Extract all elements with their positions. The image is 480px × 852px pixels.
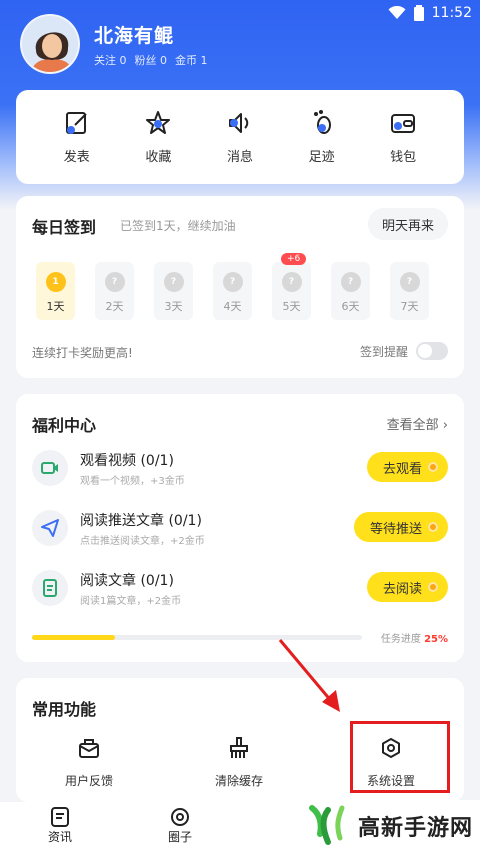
username: 北海有鲲 [94,24,175,47]
publish-button[interactable]: 发表 [42,90,112,184]
task-desc: 点击推送阅读文章，+2金币 [80,536,205,547]
coins-count[interactable]: 金币 1 [175,52,208,68]
checkin-day[interactable]: ? 6天 [331,262,370,320]
progress-label: 任务进度 25% [380,634,448,645]
tab-news[interactable]: 资讯 [30,806,90,845]
feedback-button[interactable]: 用户反馈 [34,736,144,789]
profile-header[interactable]: 北海有鲲 关注 0 粉丝 0 金币 1 [20,14,208,74]
coin-icon: ? [163,272,184,292]
coin-icon: ? [399,272,420,292]
checkin-footer: 连续打卡奖励更高! [32,346,133,360]
coin-icon [428,582,438,592]
broom-icon [230,737,248,758]
checkin-days: 1 1天 ? 2天 ? 3天 ? 4天 +6 ? 5天 ? 6天 ? 7天 [36,253,429,320]
task-row: 阅读文章 (0/1) 阅读1篇文章，+2金币 去阅读 [32,564,448,612]
speaker-icon [228,113,249,133]
wallet-icon [391,114,416,133]
coin-icon: ? [340,272,361,292]
common-title: 常用功能 [32,700,97,719]
status-bar: 11:52 [388,0,472,26]
circle-icon [171,808,189,826]
task-row: 观看视频 (0/1) 观看一个视频，+3金币 去观看 [32,444,448,492]
task-progress-bar [32,635,362,640]
footprint-button[interactable]: 足迹 [287,90,357,184]
watermark-text: 高新手游网 [358,816,474,841]
remind-label: 签到提醒 [359,344,408,359]
fans-count[interactable]: 粉丝 0 [135,52,168,68]
checkin-day[interactable]: 1 1天 [36,262,75,320]
checkin-subtitle: 已签到1天，继续加油 [120,219,236,233]
coin-icon [428,522,438,532]
daily-checkin-card: 每日签到 已签到1天，继续加油 明天再来 1 1天 ? 2天 ? 3天 ? 4天… [16,196,464,378]
avatar[interactable] [20,14,80,74]
battery-icon [413,5,424,21]
checkin-button[interactable]: 明天再来 [368,208,448,240]
welfare-title: 福利中心 [32,416,97,435]
news-icon [51,807,69,827]
checkin-title: 每日签到 [32,218,97,237]
checkin-day[interactable]: ? 3天 [154,262,193,320]
watermark: 高新手游网 [294,800,480,852]
checkin-day[interactable]: ? 2天 [95,262,134,320]
video-icon [32,450,68,486]
highlight-box [350,721,450,793]
quick-actions: 发表 收藏 消息 足迹 钱包 [16,90,464,184]
send-icon [32,510,68,546]
task-name: 阅读文章 (0/1) [80,573,174,589]
wallet-button[interactable]: 钱包 [368,90,438,184]
chevron-right-icon: › [442,418,448,433]
messages-button[interactable]: 消息 [205,90,275,184]
bonus-badge: +6 [281,253,307,265]
checkin-day[interactable]: ? 4天 [213,262,252,320]
see-all-link[interactable]: 查看全部 › [387,414,448,433]
clear-cache-button[interactable]: 清除缓存 [184,736,294,789]
favorites-button[interactable]: 收藏 [123,90,193,184]
coin-icon: ? [222,272,243,292]
wifi-icon [388,6,406,19]
task-name: 阅读推送文章 (0/1) [80,513,202,529]
coin-icon: ? [281,272,302,292]
checkin-day[interactable]: ? 7天 [390,262,429,320]
watermark-logo-icon [309,805,345,845]
footprint-icon [313,110,331,134]
edit-icon [65,112,87,134]
feedback-icon [79,739,99,758]
welfare-center-card: 福利中心 查看全部 › 观看视频 (0/1) 观看一个视频，+3金币 去观看 阅… [16,394,464,662]
article-icon [32,570,68,606]
checkin-remind: 签到提醒 [360,342,448,360]
star-icon [146,111,171,134]
clock: 11:52 [431,5,472,21]
task-button[interactable]: 去阅读 [366,572,448,602]
task-name: 观看视频 (0/1) [80,453,174,469]
coin-icon: ? [104,272,125,292]
task-desc: 观看一个视频，+3金币 [80,476,185,487]
tab-circle[interactable]: 圈子 [150,806,210,845]
coin-icon: 1 [45,272,66,292]
task-desc: 阅读1篇文章，+2金币 [80,596,182,607]
remind-toggle[interactable] [416,342,448,360]
task-button[interactable]: 去观看 [366,452,448,482]
coin-icon [428,462,438,472]
task-row: 阅读推送文章 (0/1) 点击推送阅读文章，+2金币 等待推送 [32,504,448,552]
checkin-day[interactable]: +6 ? 5天 [272,253,311,320]
progress-fill [32,635,115,640]
following-count[interactable]: 关注 0 [94,52,127,68]
task-button[interactable]: 等待推送 [353,512,448,542]
